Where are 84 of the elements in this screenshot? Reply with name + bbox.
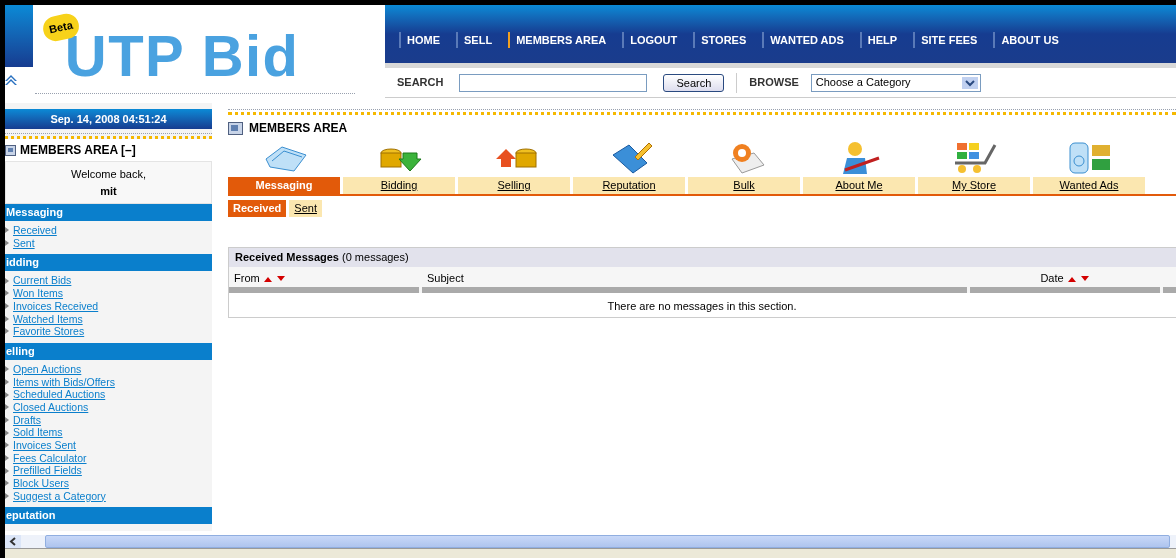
username: mit	[99, 183, 118, 199]
bullet-icon	[5, 240, 9, 247]
sidebar-link[interactable]: Invoices Received	[13, 300, 99, 312]
cart-icon	[952, 141, 999, 175]
section-tab[interactable]: My Store	[918, 177, 1030, 194]
section-heading[interactable]: eputation	[5, 507, 212, 525]
sidebar-link[interactable]: Watched Items	[13, 313, 83, 325]
panel-icon	[228, 121, 243, 135]
bullet-icon	[5, 366, 9, 373]
section-tab[interactable]: Wanted Ads	[1033, 177, 1145, 194]
sidebar-link[interactable]: Fees Calculator	[13, 452, 87, 464]
bullet-icon	[5, 454, 9, 461]
section-heading[interactable]: elling	[5, 342, 212, 360]
sort-arrows-icon[interactable]	[263, 275, 286, 282]
sidebar-link[interactable]: Prefilled Fields	[13, 465, 82, 476]
page-title: MEMBERS AREA	[249, 120, 348, 137]
section-tab[interactable]: Selling	[458, 177, 570, 194]
sort-arrows-icon[interactable]	[1067, 275, 1090, 282]
sidebar-link[interactable]: Open Auctions	[13, 363, 82, 375]
search-field[interactable]	[459, 73, 648, 92]
sidebar-link[interactable]: Drafts	[13, 414, 41, 426]
bullet-icon	[5, 391, 9, 398]
nav-bar-edge	[5, 5, 33, 67]
column-header[interactable]: From	[234, 269, 286, 287]
nav-link[interactable]: STORES	[693, 31, 751, 49]
sidebar-link[interactable]: Received	[13, 225, 57, 236]
sidebar-link[interactable]: Suggest a Category	[13, 490, 106, 502]
browse-label: BROWSE	[749, 75, 799, 91]
sidebar-link[interactable]: Won Items	[13, 288, 63, 299]
sidebar-link[interactable]: Invoices Sent	[13, 440, 77, 451]
date-bar: Sep. 14, 2008 04:51:24	[5, 109, 212, 129]
bullet-icon	[5, 442, 9, 449]
bullet-icon	[5, 493, 9, 500]
sidebar-link[interactable]: Sent	[13, 237, 35, 249]
nav-link[interactable]: MEMBERS AREA	[508, 31, 611, 49]
sub-tab[interactable]: Received	[228, 200, 287, 217]
section-heading[interactable]: Messaging	[5, 204, 212, 221]
nav-link[interactable]: SELL	[456, 31, 497, 49]
category-select[interactable]: Choose a Category	[810, 73, 981, 92]
scroll-left-icon[interactable]	[5, 535, 21, 548]
bullet-icon	[5, 315, 9, 322]
horizontal-scrollbar[interactable]	[5, 535, 1176, 548]
bullet-icon	[5, 227, 9, 234]
sidebar-link[interactable]: Block Users	[13, 478, 69, 489]
sub-tab[interactable]: Sent	[289, 200, 322, 217]
bullet-icon	[5, 480, 9, 487]
bullet-icon	[5, 416, 9, 423]
column-header[interactable]: Subject	[427, 269, 464, 287]
bullet-icon	[5, 378, 9, 385]
sidebar-link[interactable]: Items with Bids/Offers	[13, 376, 115, 388]
table-title: Received Messages (0 messages)	[229, 248, 1176, 267]
home-icon[interactable]	[5, 75, 17, 85]
sidebar-link[interactable]: Sold Items	[13, 427, 63, 438]
welcome-text: Welcome back,	[70, 167, 147, 182]
column-header[interactable]: Date	[1040, 269, 1090, 287]
bullet-icon	[5, 429, 9, 436]
panel-icon	[5, 144, 16, 156]
search-label: SEARCH	[397, 75, 444, 91]
bullet-icon	[5, 277, 9, 284]
section-tab[interactable]: Bulk	[688, 177, 800, 194]
nav-link[interactable]: HELP	[859, 31, 902, 49]
bullet-icon	[5, 404, 9, 411]
section-tab[interactable]: Reputation	[573, 177, 685, 194]
nav-link[interactable]: HOME	[399, 31, 444, 49]
nav-link[interactable]: SITE FEES	[913, 31, 982, 49]
sidebar-link[interactable]: Closed Auctions	[13, 401, 89, 413]
nav-link[interactable]: LOGOUT	[622, 31, 682, 49]
section-heading[interactable]: idding	[5, 254, 212, 272]
empty-message: There are no messages in this section.	[607, 300, 797, 312]
search-button[interactable]: Search	[663, 73, 725, 92]
letters-icon	[263, 143, 308, 173]
chevron-down-icon	[961, 76, 978, 89]
sidebar-link[interactable]: Scheduled Auctions	[13, 389, 106, 400]
section-tab[interactable]: About Me	[803, 177, 915, 194]
bullet-icon	[5, 328, 9, 335]
bullet-icon	[5, 303, 9, 310]
bullet-icon	[5, 467, 9, 474]
nav-link[interactable]: WANTED ADS	[762, 31, 848, 49]
section-tab[interactable]: Bidding	[343, 177, 455, 194]
nav-link[interactable]: ABOUT US	[993, 31, 1063, 49]
sidebar-link[interactable]: Favorite Stores	[13, 326, 85, 337]
sidebar-link[interactable]: Current Bids	[13, 275, 72, 286]
bullet-icon	[5, 290, 9, 297]
section-tab[interactable]: Messaging	[228, 177, 340, 194]
